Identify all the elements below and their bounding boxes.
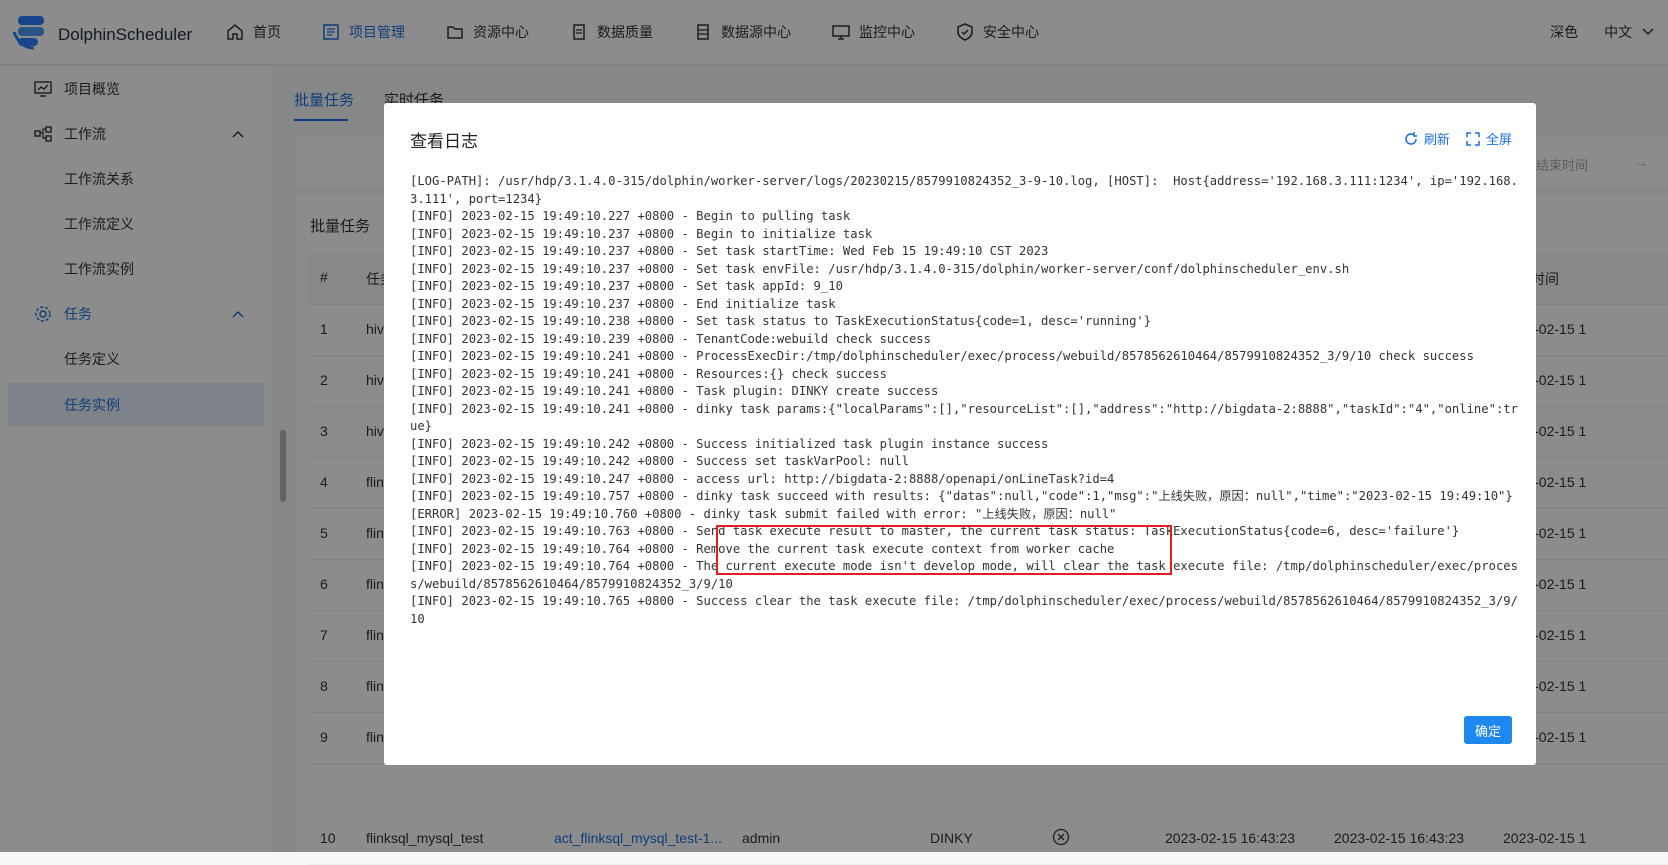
modal-actions: 刷新 全屏 [1388, 129, 1512, 148]
error-highlight-box [716, 525, 1172, 575]
refresh-label: 刷新 [1423, 132, 1450, 147]
fullscreen-icon [1466, 131, 1480, 146]
fullscreen-label: 全屏 [1485, 132, 1512, 147]
confirm-button[interactable]: 确定 [1464, 716, 1512, 744]
modal-title: 查看日志 [410, 132, 478, 151]
refresh-button[interactable]: 刷新 [1404, 129, 1450, 148]
refresh-icon [1405, 131, 1417, 145]
log-modal: 查看日志 刷新 全屏 [LOG-PATH]: /usr/hdp/3.1.4.0-… [384, 103, 1536, 765]
fullscreen-button[interactable]: 全屏 [1466, 129, 1512, 148]
